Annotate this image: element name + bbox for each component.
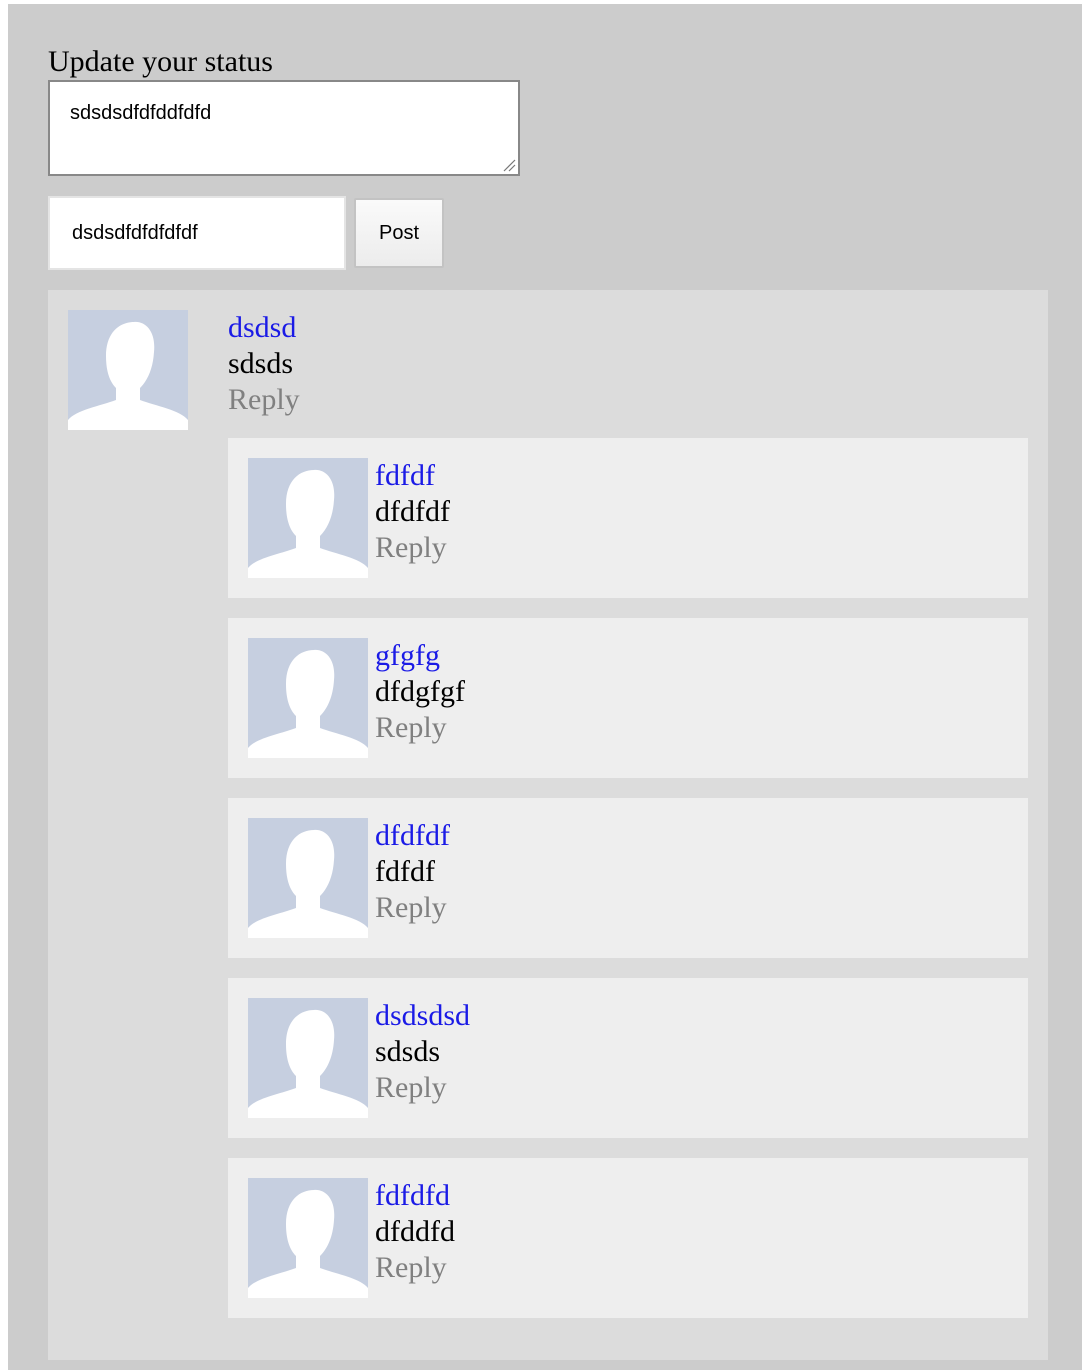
reply-author-link[interactable]: dsdsdsd: [375, 998, 470, 1034]
reply-text: dfdgfgf: [375, 675, 465, 708]
reply-text: dfddfd: [375, 1215, 455, 1248]
status-textarea-value: sdsdsdfdfddfdfd: [70, 102, 212, 124]
post-button[interactable]: Post: [354, 198, 444, 268]
avatar-icon: [68, 310, 188, 430]
avatar-icon: [248, 458, 368, 578]
name-input-value: dsdsdfdfdfdfdf: [72, 221, 198, 244]
post-card: dsdsd sdsds Reply fdfdf dfdfdf Reply gfg…: [48, 290, 1048, 1360]
post-button-label: Post: [378, 221, 420, 244]
replies-list: fdfdf dfdfdf Reply gfgfg dfdgfgf Reply d…: [228, 438, 1028, 1338]
reply-card: gfgfg dfdgfgf Reply: [228, 618, 1028, 778]
resize-grip-icon[interactable]: [502, 158, 516, 172]
reply-card: dfdfdf fdfdf Reply: [228, 798, 1028, 958]
status-app: Update your status sdsdsdfdfddfdfd dsdsd…: [8, 4, 1082, 1370]
reply-text: fdfdf: [375, 855, 435, 888]
avatar-icon: [248, 638, 368, 758]
reply-card: fdfdf dfdfdf Reply: [228, 438, 1028, 598]
reply-link[interactable]: Reply: [375, 1070, 447, 1106]
post-text: sdsds: [228, 347, 294, 380]
reply-author-link[interactable]: dfdfdf: [375, 818, 450, 854]
name-input[interactable]: dsdsdfdfdfdfdf: [48, 196, 346, 270]
avatar-icon: [248, 998, 368, 1118]
reply-author-link[interactable]: gfgfg: [375, 638, 440, 674]
reply-link[interactable]: Reply: [228, 382, 300, 418]
reply-link[interactable]: Reply: [375, 890, 447, 926]
reply-link[interactable]: Reply: [375, 530, 447, 566]
reply-author-link[interactable]: fdfdfd: [375, 1178, 450, 1214]
status-textarea[interactable]: sdsdsdfdfddfdfd: [48, 80, 520, 176]
post-author-link[interactable]: dsdsd: [228, 310, 296, 346]
reply-link[interactable]: Reply: [375, 710, 447, 746]
reply-text: sdsds: [375, 1035, 441, 1068]
avatar-icon: [248, 818, 368, 938]
reply-text: dfdfdf: [375, 495, 450, 528]
reply-link[interactable]: Reply: [375, 1250, 447, 1286]
reply-card: fdfdfd dfddfd Reply: [228, 1158, 1028, 1318]
status-label: Update your status: [48, 45, 273, 78]
reply-author-link[interactable]: fdfdf: [375, 458, 435, 494]
reply-card: dsdsdsd sdsds Reply: [228, 978, 1028, 1138]
avatar-icon: [248, 1178, 368, 1298]
